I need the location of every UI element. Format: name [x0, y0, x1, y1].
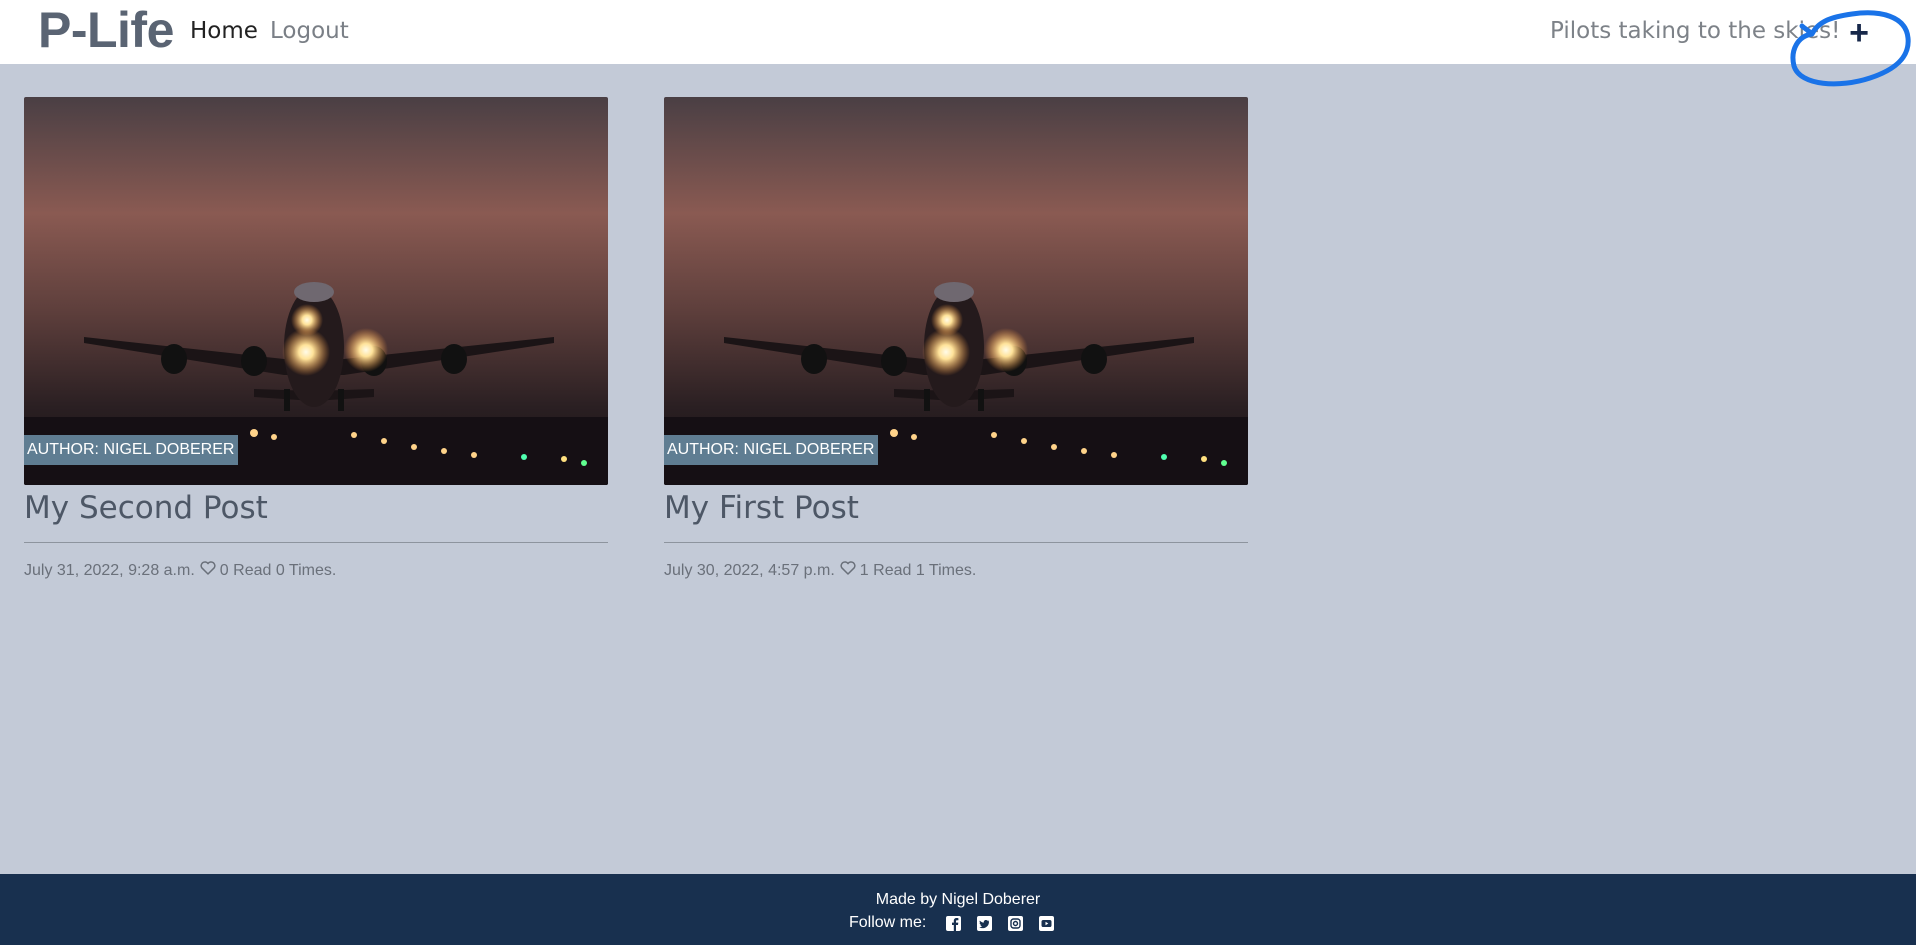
twitter-icon[interactable] — [977, 915, 993, 931]
post-title[interactable]: My First Post — [664, 488, 1248, 528]
likes-count: 1 — [859, 561, 869, 579]
youtube-icon[interactable] — [1039, 915, 1055, 931]
post-image[interactable]: Author: Nigel Doberer — [24, 97, 608, 485]
divider — [24, 542, 608, 543]
divider — [664, 542, 1248, 543]
airplane-image — [24, 97, 608, 485]
site-tagline: Pilots taking to the skies! — [1550, 18, 1841, 44]
post-meta: July 31, 2022, 9:28 a.m. 0 Read 0 Times. — [24, 561, 608, 580]
post-date: July 30, 2022, 4:57 p.m. — [664, 561, 835, 579]
top-navbar: P-Life Home Logout Pilots taking to the … — [0, 0, 1916, 64]
read-count: Read 1 Times. — [873, 561, 977, 579]
footer-credit: Made by Nigel Doberer — [875, 891, 1041, 908]
author-badge: Author: Nigel Doberer — [664, 435, 879, 465]
facebook-icon[interactable] — [946, 915, 962, 931]
nav-home-link[interactable]: Home — [190, 16, 258, 46]
read-count: Read 0 Times. — [233, 561, 337, 579]
likes-count: 0 — [219, 561, 229, 579]
author-badge: Author: Nigel Doberer — [24, 435, 239, 465]
add-post-button[interactable]: + — [1840, 14, 1878, 52]
heart-icon[interactable] — [840, 561, 856, 580]
follow-label: Follow me: — [849, 914, 927, 931]
post-card: Author: Nigel Doberer My Second Post Jul… — [24, 97, 608, 580]
plus-icon: + — [1849, 14, 1869, 52]
post-meta: July 30, 2022, 4:57 p.m. 1 Read 1 Times. — [664, 561, 1248, 580]
post-card: Author: Nigel Doberer My First Post July… — [664, 97, 1248, 580]
site-footer: Made by Nigel Doberer Follow me: — [0, 874, 1916, 945]
post-title[interactable]: My Second Post — [24, 488, 608, 528]
brand-logo[interactable]: P-Life — [38, 2, 174, 58]
nav-logout-link[interactable]: Logout — [270, 16, 349, 46]
post-image[interactable]: Author: Nigel Doberer — [664, 97, 1248, 485]
airplane-image — [664, 97, 1248, 485]
footer-social: Follow me: — [849, 914, 1055, 932]
instagram-icon[interactable] — [1008, 915, 1024, 931]
post-date: July 31, 2022, 9:28 a.m. — [24, 561, 195, 579]
heart-icon[interactable] — [200, 561, 216, 580]
